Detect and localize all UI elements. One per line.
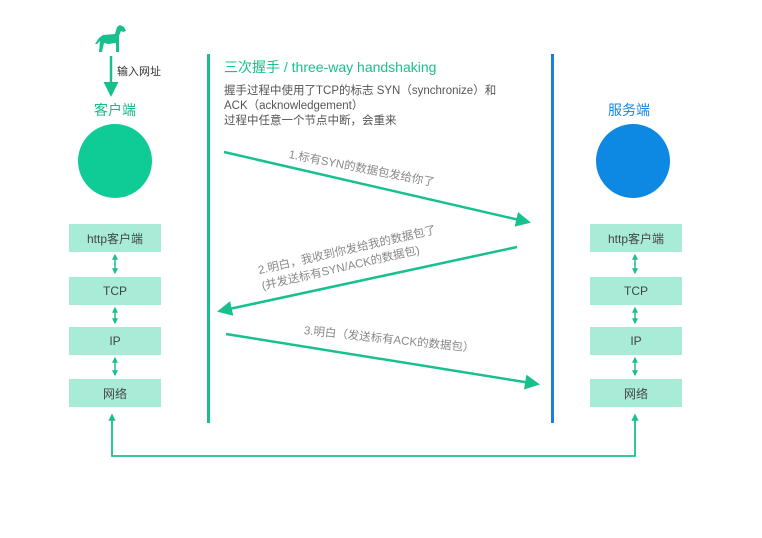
message-3-arrow	[225, 332, 540, 390]
message-1-arrow	[223, 150, 531, 227]
network-link	[108, 413, 639, 457]
message-2-arrow	[217, 245, 518, 316]
connectors-layer	[103, 56, 639, 457]
